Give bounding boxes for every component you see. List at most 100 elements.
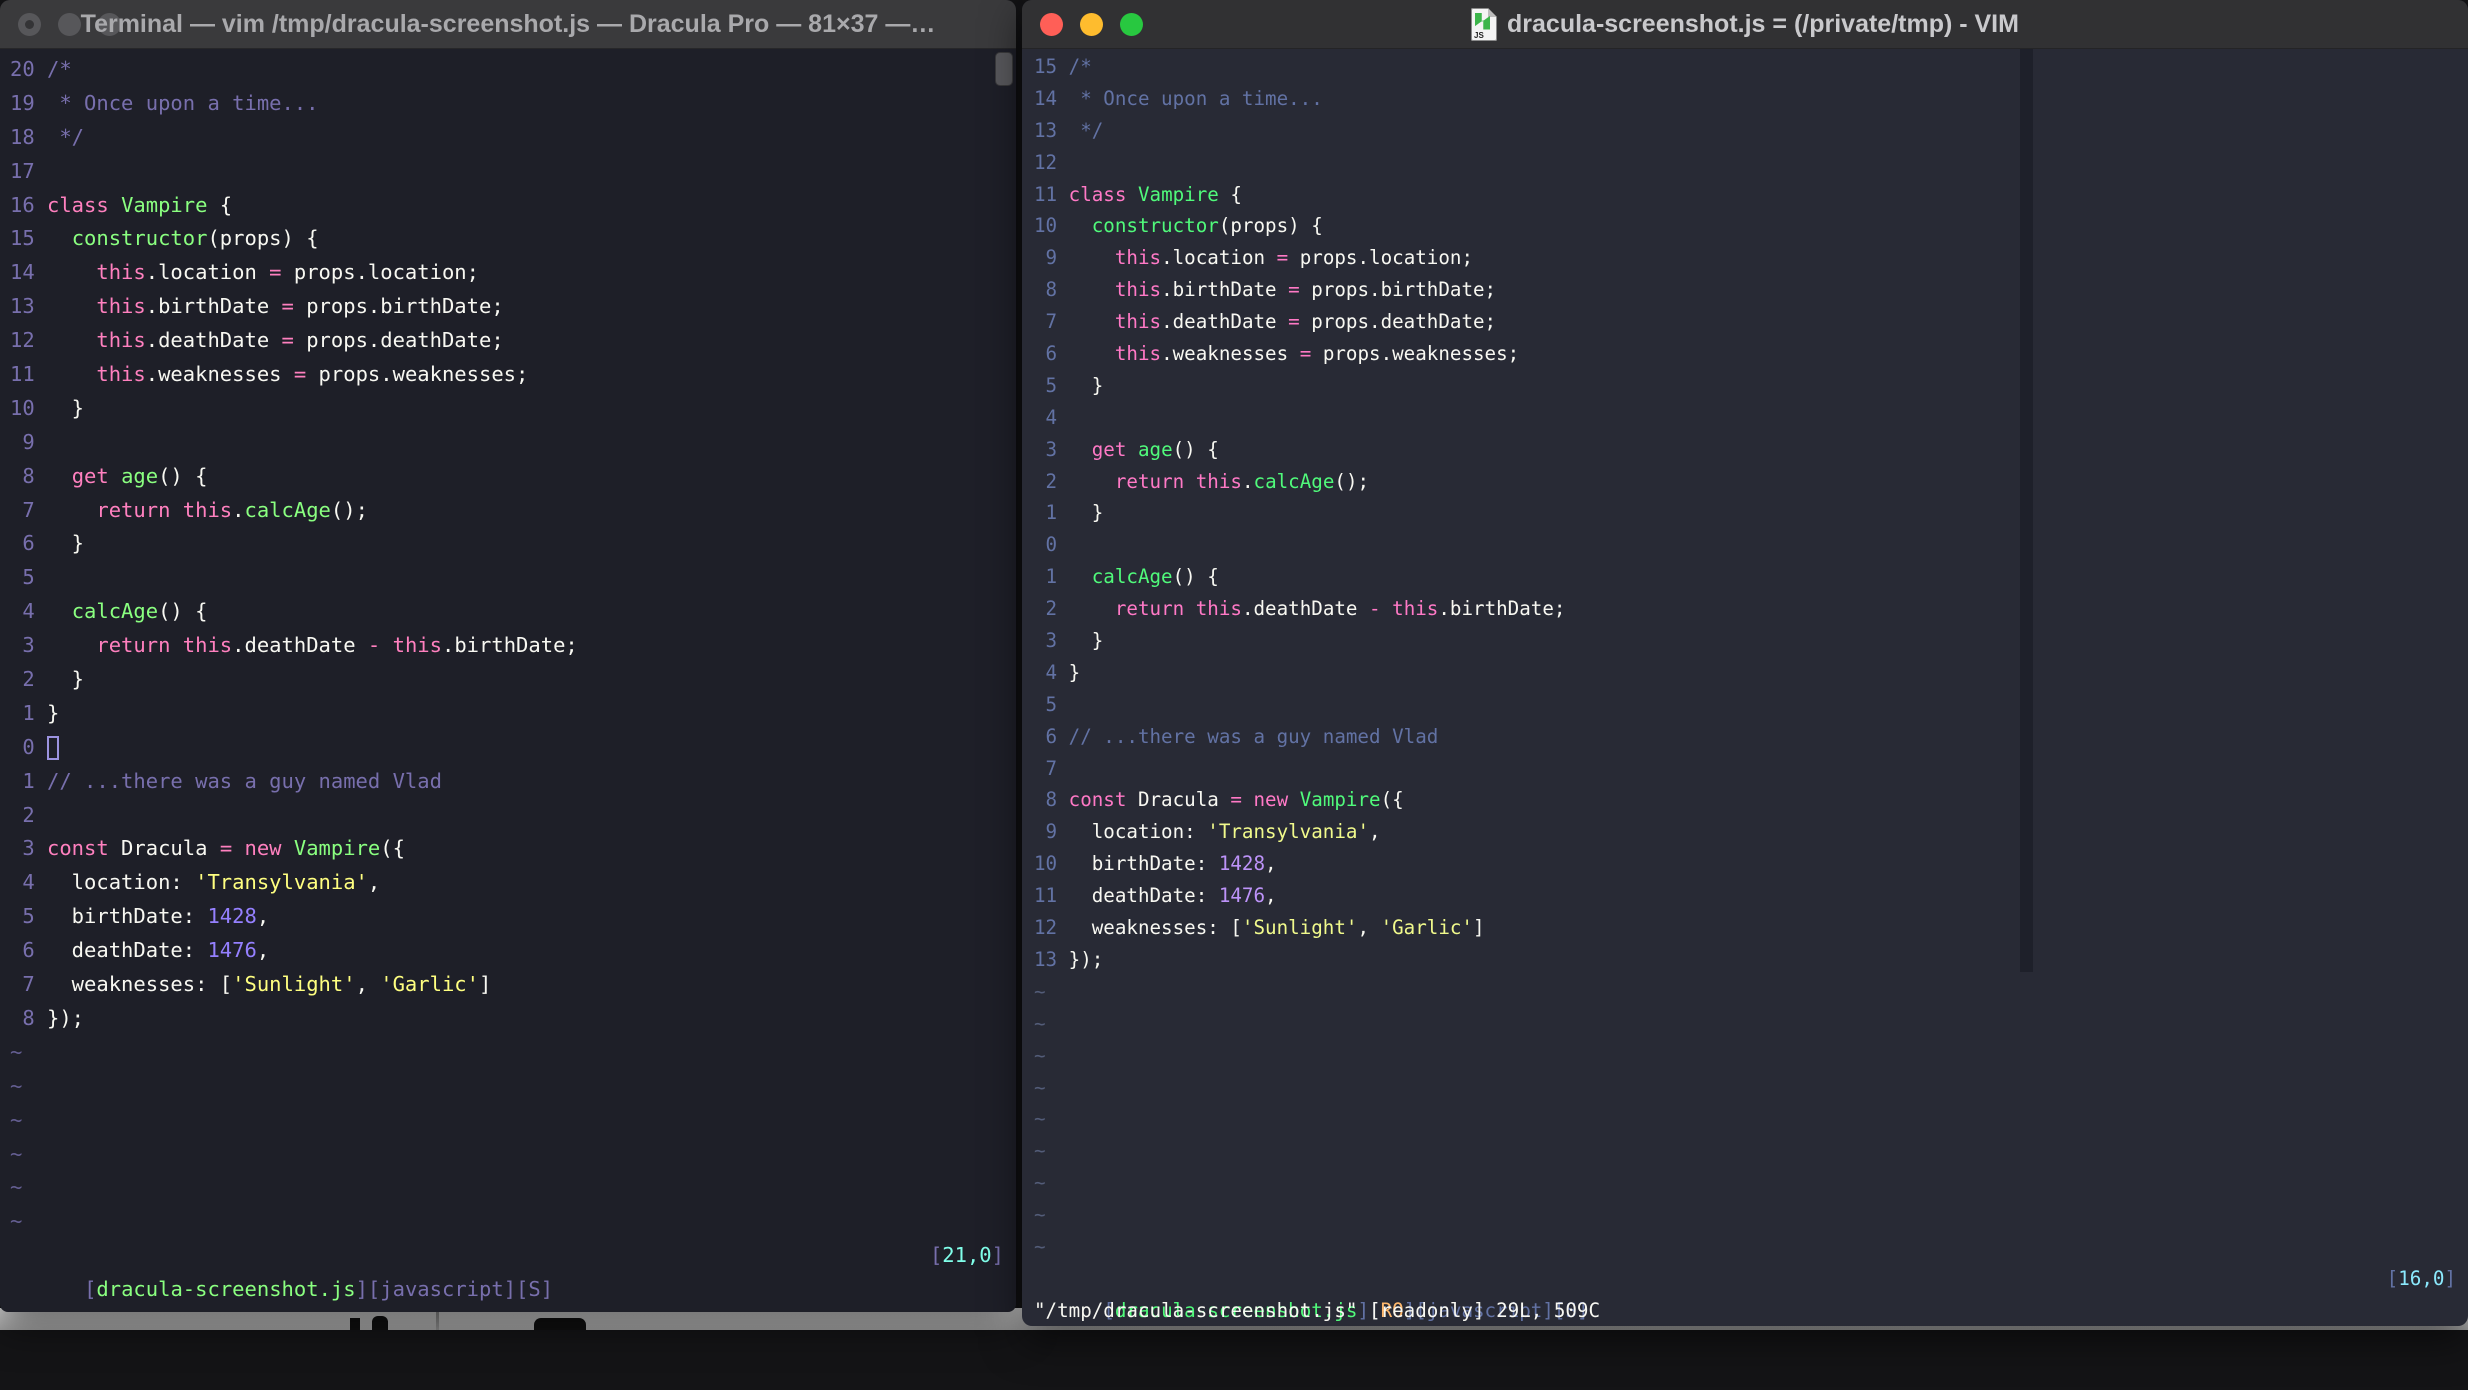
token-fg: .deathDate [1161,310,1289,334]
code-line: 6 deathDate: 1476, [10,934,1016,968]
token-fg: , [367,870,381,895]
code-text: // ...there was a guy named Vlad [1069,725,1439,748]
code-line: 7 return this.calcAge(); [10,494,1016,528]
tilde-marker: ~ [10,1073,23,1098]
code-line: 3 return this.deathDate - this.birthDate… [10,629,1016,663]
token-fg [47,260,96,284]
token-comment: ] [991,1243,1004,1268]
token-yellow: 'Garlic' [1380,916,1473,940]
code-text: constructor(props) { [1069,214,1323,237]
code-line: 3 const Dracula = new Vampire({ [10,832,1016,866]
statusline-cursor-position: [16,0] [2387,1263,2456,1295]
line-number: 6 [1034,724,1058,748]
token-pink: this [1195,597,1242,621]
tilde-marker: ~ [1034,1234,1046,1258]
token-pink: = [269,260,282,285]
token-fg: (props) { [207,226,319,251]
code-text: /* [47,57,72,81]
token-fg [232,836,244,860]
token-fg: .deathDate [232,633,368,658]
line-number: 15 [10,226,35,251]
token-pink: this [1114,342,1162,366]
code-text: */ [47,125,84,149]
tilde-line: ~ [10,1036,1016,1070]
code-line: 4} [1034,657,2468,689]
code-text: calcAge() { [47,599,208,623]
macvim-window[interactable]: JS dracula-screenshot.js = (/private/tmp… [1022,0,2468,1326]
token-fg [1126,183,1138,206]
vim-text-area[interactable]: 15/* 14 * Once upon a time... 13 */12 11 cla… [1022,49,2468,1326]
tilde-line: ~ [1034,1199,2468,1231]
code-line: 8}); [10,1002,1016,1036]
token-yellow: 'Sunlight' [1241,916,1358,940]
token-pink: this [1114,310,1162,334]
token-comment: */ [47,124,85,149]
line-number: 13 [1034,118,1058,142]
token-fg: () { [1172,437,1219,461]
token-fg [47,498,96,522]
token-fg [170,498,182,522]
line-number: 15 [1034,55,1058,78]
line-number: 0 [1034,533,1058,557]
line-number: 9 [1034,246,1058,270]
terminal-titlebar[interactable]: Terminal — vim /tmp/dracula-screenshot.j… [0,0,1016,49]
code-text: this.birthDate = props.birthDate; [1069,278,1496,301]
token-fg: props.deathDate; [293,328,504,353]
line-number: 4 [1034,660,1058,684]
line-number: 17 [10,158,35,183]
terminal-window[interactable]: Terminal — vim /tmp/dracula-screenshot.j… [0,0,1016,1312]
code-line: 4 calcAge() { [10,595,1016,629]
code-text: * Once upon a time... [47,90,319,115]
token-pink: - [1369,597,1381,621]
token-comment: /* [1068,55,1092,78]
window-title: dracula-screenshot.js = (/private/tmp) -… [1507,10,2019,38]
token-fg: props.weaknesses; [1311,342,1520,366]
line-number: 3 [10,836,35,861]
js-file-icon: JS [1471,7,1498,41]
token-pink: = [281,328,294,353]
line-number: 8 [1034,788,1058,812]
terminal-text-area[interactable]: 20/* 19 * Once upon a time... 18 */17 16 cla… [0,49,1016,1312]
code-line: 20 /* [10,53,1016,87]
code-line: 13 this.birthDate = props.birthDate; [10,290,1016,324]
token-fg: .deathDate [1241,597,1370,621]
vim-scrollbar-thumb[interactable] [2020,49,2033,972]
code-line: 10 constructor(props) { [1034,210,2468,242]
line-number: 8 [10,1005,35,1030]
token-fg [1069,565,1092,588]
code-line: 7 [1034,753,2468,785]
code-text: this.weaknesses = props.weaknesses; [1069,342,1520,366]
code-line: 9 this.location = props.location; [1034,242,2468,274]
code-line: 1 calcAge() { [1034,561,2468,593]
token-yellow: 'Garlic' [380,972,479,997]
code-text: location: 'Transylvania', [1069,820,1381,843]
code-text: class Vampire { [47,193,232,217]
code-text: this.deathDate = props.deathDate; [1069,310,1496,333]
token-fg: , [1369,820,1381,844]
token-fg [1069,310,1115,333]
line-number: 11 [1034,884,1058,908]
code-text: return this.deathDate - this.birthDate; [47,633,577,658]
token-fg: ] [479,972,492,997]
line-number: 19 [10,90,35,115]
code-line: 4 location: 'Transylvania', [10,866,1016,900]
token-pink: get [1091,437,1127,461]
token-fg: } [47,667,85,692]
line-number: 8 [1034,278,1058,302]
tilde-marker: ~ [1034,1139,1046,1163]
code-line: 11 this.weaknesses = props.weaknesses; [10,358,1016,392]
macvim-titlebar[interactable]: JS dracula-screenshot.js = (/private/tmp… [1022,0,2468,49]
line-number: 13 [10,294,35,319]
token-fg [47,362,96,386]
terminal-scrollbar-thumb[interactable] [995,52,1013,86]
token-fg [282,836,294,860]
line-number: 1 [1034,565,1058,589]
token-fg: birthDate: [1068,852,1219,876]
vim-statusline: [dracula-screenshot.js][javascript][S] [… [10,1239,1016,1301]
token-fg: weaknesses: [ [1068,916,1242,940]
token-fg [1069,597,1115,620]
line-number: 5 [10,904,35,929]
tilde-line: ~ [10,1104,1016,1138]
token-comment: * Once upon a time... [47,90,319,115]
code-text: /* [1069,55,1092,78]
